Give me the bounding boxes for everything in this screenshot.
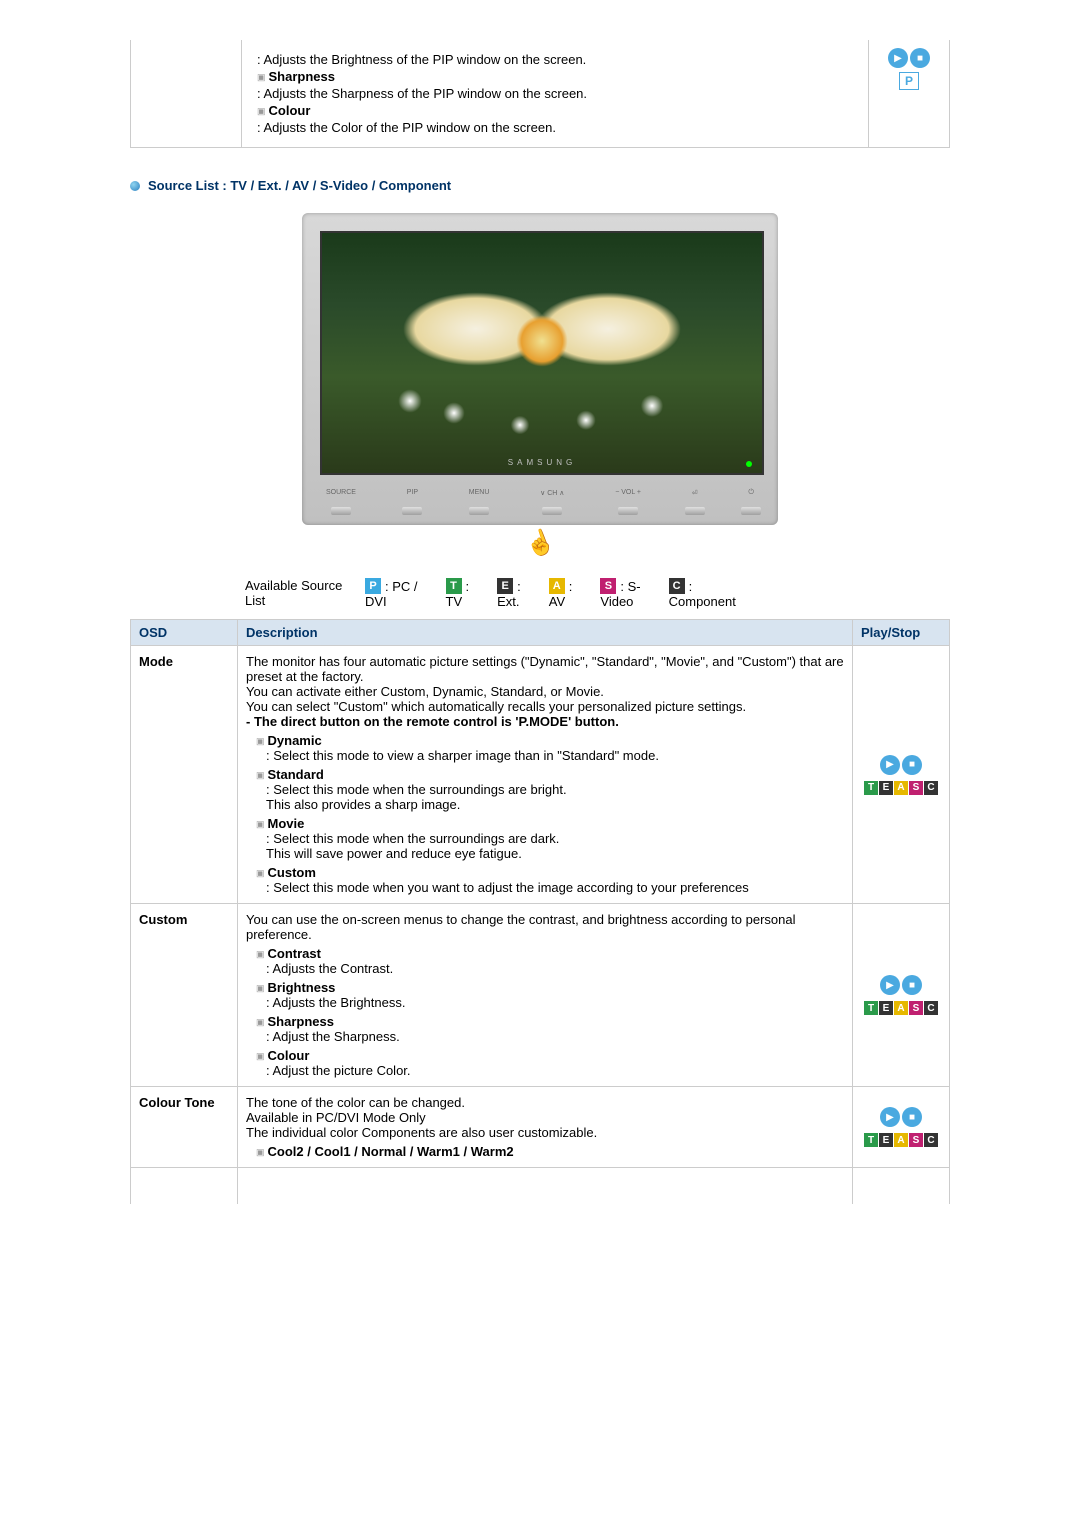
- colour-label: Colour: [269, 103, 311, 118]
- butterfly-sample-image: [322, 233, 762, 473]
- section-dot-icon: [130, 181, 140, 191]
- monitor-button: ∨ CH ∧: [540, 489, 564, 515]
- source-badge-icon: C: [669, 578, 685, 594]
- source-badge-icon: T: [864, 1133, 878, 1147]
- play-icon[interactable]: [880, 755, 900, 775]
- play-cell: TEASC: [853, 646, 950, 904]
- monitor-button: ⏎: [692, 489, 698, 515]
- th-desc: Description: [238, 620, 853, 646]
- monitor-illustration: SAMSUNG SOURCEPIPMENU∨ CH ∧− VOL +⏎⏻ ☝: [130, 213, 950, 558]
- source-badge-icon: A: [549, 578, 565, 594]
- legend-label-1: Available Source: [245, 578, 365, 593]
- source-badge-icon: T: [864, 781, 878, 795]
- source-badge-icon: A: [894, 1001, 908, 1015]
- table-row: CustomYou can use the on-screen menus to…: [131, 904, 950, 1087]
- source-legend-item: E :Ext.: [497, 578, 521, 609]
- source-legend-item: P : PC /DVI: [365, 578, 418, 609]
- source-list-heading: Source List : TV / Ext. / AV / S-Video /…: [130, 178, 950, 193]
- monitor-button: ⏻: [748, 489, 754, 515]
- source-badge-icon: E: [879, 1001, 893, 1015]
- source-badge-icon: A: [894, 781, 908, 795]
- stop-icon[interactable]: [910, 48, 930, 68]
- play-cell: TEASC: [853, 1087, 950, 1168]
- legend-label-2: List: [245, 593, 365, 608]
- table-row: ModeThe monitor has four automatic pictu…: [131, 646, 950, 904]
- osd-cell: Custom: [131, 904, 238, 1087]
- monitor-button: SOURCE: [326, 489, 356, 515]
- source-badge-icon: S: [909, 781, 923, 795]
- source-legend-item: T :TV: [446, 578, 470, 609]
- hand-pointer-icon: ☝: [521, 525, 559, 562]
- stop-icon[interactable]: [902, 975, 922, 995]
- stop-icon[interactable]: [902, 1107, 922, 1127]
- source-badge-icon: C: [924, 1001, 938, 1015]
- source-badge-icon: S: [600, 578, 616, 594]
- table-row: [131, 1168, 950, 1205]
- osd-table: OSD Description Play/Stop ModeThe monito…: [130, 619, 950, 1204]
- bullet-icon: ▣: [257, 72, 266, 82]
- source-badge-icon: C: [924, 1133, 938, 1147]
- monitor-button: MENU: [469, 489, 490, 515]
- colour-desc: : Adjusts the Color of the PIP window on…: [257, 120, 853, 135]
- power-led-icon: [746, 461, 752, 467]
- source-legend-item: C :Component: [669, 578, 736, 609]
- source-heading-text: Source List : TV / Ext. / AV / S-Video /…: [148, 178, 451, 193]
- source-badge-icon: T: [864, 1001, 878, 1015]
- th-osd: OSD: [131, 620, 238, 646]
- play-cell: TEASC: [853, 904, 950, 1087]
- osd-cell: Colour Tone: [131, 1087, 238, 1168]
- th-play: Play/Stop: [853, 620, 950, 646]
- table-row: Colour ToneThe tone of the color can be …: [131, 1087, 950, 1168]
- source-badge-icon: C: [924, 781, 938, 795]
- source-badge-icon: P: [365, 578, 381, 594]
- source-badge-icon: S: [909, 1001, 923, 1015]
- monitor-brand-label: SAMSUNG: [508, 458, 576, 467]
- monitor-button: − VOL +: [615, 489, 641, 515]
- source-badge-icon: E: [879, 1133, 893, 1147]
- sharpness-label: Sharpness: [269, 69, 335, 84]
- source-legend-item: A :AV: [549, 578, 573, 609]
- pip-adjust-section: : Adjusts the Brightness of the PIP wind…: [130, 40, 950, 148]
- desc-cell: You can use the on-screen menus to chang…: [238, 904, 853, 1087]
- source-badge-icon: E: [879, 781, 893, 795]
- source-badge-icon: T: [446, 578, 462, 594]
- play-icon[interactable]: [880, 975, 900, 995]
- brightness-desc: : Adjusts the Brightness of the PIP wind…: [257, 52, 853, 67]
- source-badge-icon: S: [909, 1133, 923, 1147]
- bullet-icon: ▣: [257, 106, 266, 116]
- play-icon[interactable]: [880, 1107, 900, 1127]
- monitor-button: PIP: [407, 489, 418, 515]
- sharpness-desc: : Adjusts the Sharpness of the PIP windo…: [257, 86, 853, 101]
- source-badge-icon: E: [497, 578, 513, 594]
- available-source-legend: Available Source List P : PC /DVI T :TV E …: [245, 578, 835, 609]
- desc-cell: The monitor has four automatic picture s…: [238, 646, 853, 904]
- source-badge-icon: A: [894, 1133, 908, 1147]
- play-icon[interactable]: [888, 48, 908, 68]
- desc-cell: The tone of the color can be changed.Ava…: [238, 1087, 853, 1168]
- source-legend-item: S : S-Video: [600, 578, 640, 609]
- osd-cell: Mode: [131, 646, 238, 904]
- p-mode-badge: P: [899, 72, 919, 90]
- stop-icon[interactable]: [902, 755, 922, 775]
